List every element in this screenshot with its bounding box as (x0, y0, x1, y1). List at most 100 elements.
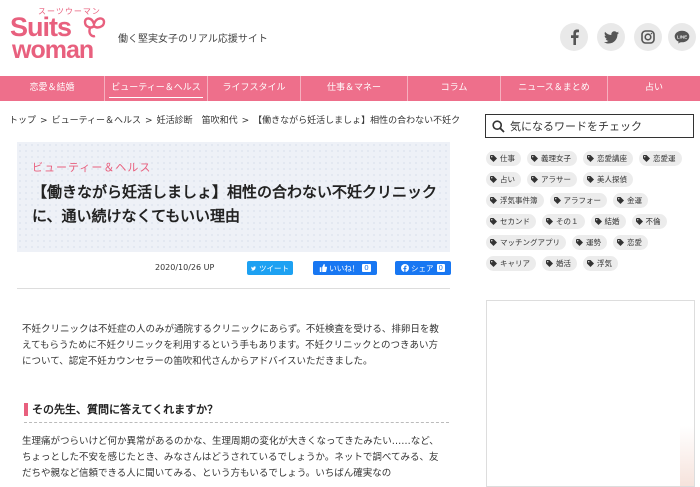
logo-woman-text: woman (12, 36, 94, 64)
tag-label: セカンド (500, 217, 530, 226)
tag-label: マッチングアプリ (500, 238, 560, 247)
breadcrumb-beauty[interactable]: ビューティー＆ヘルス (52, 116, 141, 126)
nav-item-fortune[interactable]: 占い (608, 76, 700, 101)
tag-cloud: 仕事 義理女子 恋愛講座 恋愛運占い アラサー 美人探偵浮気事件簿 アラフォー 金運セカンド そ… (486, 151, 696, 271)
breadcrumb: トップ > ビューティー＆ヘルス > 妊活診断 笛吹和代 > 【働きながら妊活しましょ】相性… (9, 113, 459, 126)
twitter-icon (251, 265, 256, 270)
tweet-label: ツイート (259, 263, 289, 273)
tag-label: 浮気事件簿 (500, 196, 538, 205)
article-category[interactable]: ビューティー＆ヘルス (32, 159, 151, 175)
tag-item[interactable]: 運勢 (572, 235, 607, 250)
tag-icon (594, 218, 602, 225)
tag-item[interactable]: マッチングアプリ (486, 235, 566, 250)
breadcrumb-chevron-icon: > (145, 116, 153, 126)
tag-label: 恋愛講座 (597, 154, 627, 163)
section-heading-text: その先生、質問に答えてくれますか？ (32, 403, 219, 416)
tag-item[interactable]: 恋愛運 (639, 151, 682, 166)
tag-item[interactable]: 美人探偵 (583, 172, 633, 187)
tag-item[interactable]: 金運 (613, 193, 648, 208)
tag-icon (490, 239, 497, 246)
tag-label: キャリア (500, 259, 530, 268)
nav-item-love[interactable]: 恋愛＆結婚 (0, 76, 104, 101)
nav-item-lifestyle[interactable]: ライフスタイル (208, 76, 300, 101)
ad-banner[interactable] (486, 300, 695, 487)
tag-item[interactable]: その１ (542, 214, 585, 229)
tag-item[interactable]: 婚活 (542, 256, 577, 271)
tag-label: 不倫 (645, 217, 661, 226)
tag-label: 美人探偵 (597, 175, 627, 184)
share-button[interactable]: シェア 0 (395, 261, 451, 275)
tag-item[interactable]: アラサー (527, 172, 577, 187)
tag-label: 結婚 (604, 217, 620, 226)
article-date: 2020/10/26 UP (155, 263, 215, 272)
breadcrumb-current: 【働きながら妊活しましょ】相性の合わない不妊クリニ... (253, 116, 459, 126)
nav-item-news[interactable]: ニュース＆まとめ (501, 76, 607, 101)
twitter-link[interactable] (597, 23, 625, 51)
tag-icon (587, 155, 594, 162)
article-paragraph: 不妊クリニックは不妊症の人のみが通院するクリニックにあらず。不妊検査を受ける、排… (22, 324, 439, 367)
tag-icon (576, 239, 583, 246)
tag-item[interactable]: 不倫 (631, 214, 667, 229)
like-button[interactable]: いいね！ 0 (313, 261, 377, 275)
article-paragraph: 生理痛がつらいけど何か異常があるのかな、生理周期の変化が大きくなってきたみたい…… (22, 436, 439, 479)
search-placeholder: 気になるワードをチェック (510, 120, 642, 133)
tag-icon (635, 218, 643, 225)
tag-label: 浮気 (597, 259, 612, 268)
tag-label: 恋愛 (627, 238, 642, 247)
tag-item[interactable]: 浮気 (583, 256, 618, 271)
facebook-icon (401, 264, 410, 272)
tag-label: 仕事 (500, 154, 515, 163)
nav-item-work[interactable]: 仕事＆マネー (301, 76, 407, 101)
tag-item[interactable]: セカンド (486, 214, 536, 229)
site-header: スーツウーマン Suits woman 働く堅実女子のリアル応援サイト LINE (0, 0, 700, 76)
tag-label: アラフォー (563, 196, 602, 205)
tag-icon (490, 218, 497, 225)
like-label: いいね！ (329, 263, 360, 273)
tag-label: 金運 (627, 196, 642, 205)
instagram-link[interactable] (634, 23, 662, 51)
section-heading-marker (24, 402, 28, 416)
share-count: 0 (436, 264, 445, 272)
thumbs-up-icon (320, 264, 328, 272)
tag-item[interactable]: 結婚 (590, 214, 626, 229)
tag-icon (546, 218, 553, 225)
tag-item[interactable]: 恋愛講座 (583, 151, 633, 166)
tag-icon (531, 176, 538, 183)
nav-item-beauty[interactable]: ビューティー＆ヘルス (105, 76, 207, 101)
tag-item[interactable]: キャリア (486, 256, 536, 271)
tag-item[interactable]: アラフォー (549, 193, 607, 208)
tag-item[interactable]: 占い (486, 172, 521, 187)
nav-item-column[interactable]: コラム (408, 76, 500, 101)
tag-icon (546, 260, 553, 267)
tag-item[interactable]: 仕事 (486, 151, 521, 166)
tag-label: その１ (556, 217, 579, 226)
site-logo[interactable]: スーツウーマン Suits woman (10, 6, 110, 68)
section-underline (24, 422, 449, 423)
tag-icon (531, 155, 538, 162)
ad-image-edge (680, 426, 694, 486)
article-meta: 2020/10/26 UP ツイート いいね！ 0 シェア 0 (17, 255, 451, 279)
tag-icon (587, 176, 594, 183)
tweet-button[interactable]: ツイート (247, 261, 293, 275)
breadcrumb-series[interactable]: 妊活診断 笛吹和代 (157, 116, 238, 126)
breadcrumb-top[interactable]: トップ (9, 116, 36, 126)
line-link[interactable]: LINE (668, 23, 696, 51)
line-icon-label: LINE (677, 34, 687, 39)
tag-icon (643, 155, 650, 162)
tag-item[interactable]: 恋愛 (613, 235, 648, 250)
like-count: 0 (362, 264, 371, 272)
article-divider (17, 288, 450, 289)
facebook-link[interactable] (560, 23, 588, 51)
tag-icon (587, 260, 594, 267)
search-box[interactable]: 気になるワードをチェック (485, 114, 694, 138)
tag-item[interactable]: 浮気事件簿 (486, 193, 544, 208)
tag-icon (490, 260, 497, 267)
tag-icon (617, 239, 624, 246)
tag-label: 運勢 (586, 238, 601, 247)
main-nav: 恋愛＆結婚 ビューティー＆ヘルス ライフスタイル 仕事＆マネー コラム ニュース… (0, 76, 700, 101)
article-title: 【働きながら妊活しましょ】相性の合わない不妊クリニックに、通い続けなくてもいい理… (32, 183, 438, 225)
search-icon (492, 119, 505, 133)
tag-icon (490, 155, 497, 162)
article: ビューティー＆ヘルス 【働きながら妊活しましょ】相性の合わない不妊クリニックに、… (17, 142, 451, 487)
tag-item[interactable]: 義理女子 (527, 151, 577, 166)
